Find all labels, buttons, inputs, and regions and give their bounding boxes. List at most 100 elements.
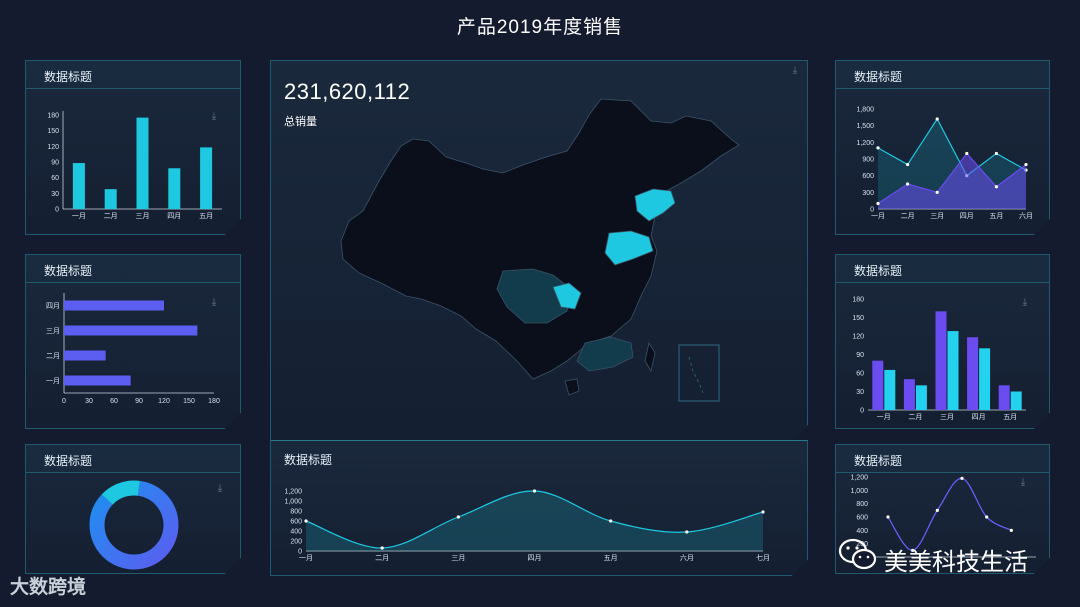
data-point [380, 546, 384, 550]
map-region-mainland [340, 98, 740, 380]
bar [947, 331, 959, 410]
data-point [994, 151, 998, 156]
data-point [609, 519, 613, 523]
panel-donut-chart: 数据标题 ⤓ [25, 444, 241, 574]
x-tick-label: 五月 [604, 554, 618, 562]
y-tick-label: 三月 [46, 327, 60, 335]
y-tick-label: 二月 [46, 352, 60, 360]
bar [136, 117, 149, 209]
panel-area-chart: 数据标题 0 200 400 600 800 1,000 1,200 一月 二月 三月 四月 五月 六月… [270, 440, 808, 576]
china-map [340, 98, 740, 402]
y-tick-label: 1,500 [856, 123, 874, 130]
bar-chart: 0 30 60 90 120 150 180 一月 二月 三月 四月 五月 [47, 111, 222, 220]
panel-map: ⤓ 231,620,112 总销量 [270, 60, 808, 441]
map-region-taiwan [644, 341, 656, 373]
x-tick-label: 60 [110, 398, 118, 405]
y-tick-label: 1,200 [284, 489, 302, 496]
x-tick-label: 四月 [167, 212, 181, 220]
y-tick-label: 400 [290, 529, 302, 536]
y-tick-label: 150 [852, 315, 864, 322]
panel-horizontal-bar-chart: 数据标题 ⤓ 0 30 60 90 120 150 180 一月 二月 三月 四月 [25, 254, 241, 429]
x-tick-label: 三月 [930, 212, 944, 220]
y-tick-label: 300 [862, 190, 874, 197]
x-tick-label: 一月 [299, 554, 313, 562]
data-point [876, 146, 880, 150]
y-tick-label: 600 [290, 519, 302, 526]
y-tick-label: 四月 [46, 302, 60, 310]
bar [200, 147, 213, 209]
grouped-bar-chart: 0 30 60 90 120 150 180 一月 二月 三月 四月 五月 [852, 297, 1026, 421]
x-tick-label: 90 [135, 398, 143, 405]
bar [64, 325, 198, 336]
y-tick-label: 180 [852, 297, 864, 304]
y-tick-label: 200 [290, 539, 302, 546]
y-tick-label: 90 [51, 160, 59, 167]
y-tick-label: 60 [51, 175, 59, 182]
y-tick-label: 120 [852, 334, 864, 341]
data-point [906, 182, 910, 186]
y-tick-label: 1,200 [856, 140, 874, 147]
y-tick-label: 180 [47, 113, 59, 120]
x-tick-label: 180 [208, 398, 220, 405]
wechat-icon [838, 538, 877, 570]
x-tick-label: 六月 [680, 553, 694, 562]
x-tick-label: 三月 [940, 413, 954, 421]
horizontal-bar-chart: 0 30 60 90 120 150 180 一月 二月 三月 四月 [46, 293, 220, 405]
y-tick-label: 90 [856, 352, 864, 359]
bar [903, 379, 915, 410]
data-point [886, 515, 890, 519]
bar [72, 163, 85, 209]
bar [104, 189, 117, 209]
bar [64, 300, 164, 311]
data-point [935, 508, 939, 512]
watermark-right: 美美科技生活 [884, 549, 1028, 576]
y-tick-label: 0 [860, 408, 864, 415]
data-point [685, 530, 689, 534]
x-tick-label: 四月 [528, 554, 542, 562]
map-region-hainan [564, 378, 580, 396]
y-tick-label: 1,800 [856, 107, 874, 114]
y-tick-label: 60 [856, 371, 864, 378]
y-tick-label: 0 [55, 207, 59, 214]
x-tick-label: 120 [158, 398, 170, 405]
x-tick-label: 七月 [756, 553, 770, 562]
y-tick-label: 150 [47, 128, 59, 135]
x-tick-label: 0 [62, 398, 66, 405]
map-inset-south-sea [678, 344, 720, 402]
data-point [532, 489, 537, 493]
y-tick-label: 30 [51, 191, 59, 198]
y-tick-label: 1,200 [850, 475, 868, 482]
x-tick-label: 一月 [72, 212, 86, 220]
x-tick-label: 五月 [199, 212, 213, 220]
y-tick-label: 800 [290, 509, 302, 516]
x-tick-label: 五月 [1003, 413, 1017, 421]
data-point [960, 476, 964, 480]
data-point [1009, 528, 1013, 532]
page-title: 产品2019年度销售 [456, 17, 624, 38]
series-line [887, 477, 1012, 551]
bar [64, 375, 131, 386]
y-tick-label: 一月 [46, 377, 60, 385]
series-area [306, 490, 763, 551]
data-point [985, 515, 989, 519]
watermark-left: 大数跨境 [10, 577, 87, 598]
data-point [935, 190, 939, 194]
bar [884, 369, 896, 410]
line-chart: 03006009001,2001,5001,800一月 二月 三月 四月 五月 六月 [856, 107, 1033, 221]
x-tick-label: 四月 [960, 212, 974, 220]
x-tick-label: 30 [85, 398, 93, 405]
panel-bar-chart: 数据标题 ⤓ 0 30 60 90 120 150 180 一月 二月 三月 四月 五月 [25, 60, 241, 235]
x-tick-label: 四月 [972, 413, 986, 421]
x-tick-label: 五月 [989, 212, 1003, 220]
area-chart: 02004006008001,0001,200一月 二月 三月 四月 五月 六月 七月 [284, 489, 770, 563]
x-tick-label: 六月 [1019, 211, 1033, 220]
y-tick-label: 1,000 [850, 488, 868, 495]
bar [967, 337, 979, 410]
panel-line-chart: 数据标题 0 300 600 900 1,200 1,500 1,800 一月 二月 三月 四月 五月… [835, 60, 1050, 235]
data-point [1024, 162, 1028, 167]
data-point [304, 519, 308, 523]
y-tick-label: 30 [856, 389, 864, 396]
y-tick-label: 600 [862, 173, 874, 180]
bar [979, 348, 991, 410]
bar [998, 385, 1010, 410]
